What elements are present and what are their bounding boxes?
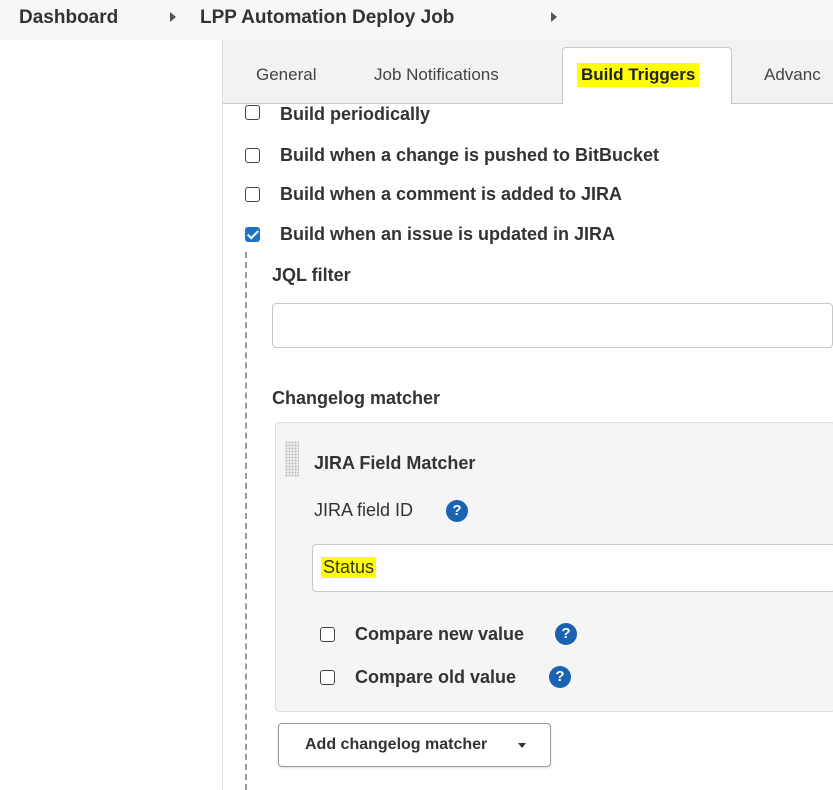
checkbox[interactable]: [320, 627, 335, 642]
side-panel: [0, 40, 223, 790]
help-icon[interactable]: ?: [555, 623, 577, 645]
checkbox[interactable]: [245, 105, 260, 120]
caret-down-icon: [518, 743, 526, 748]
nested-section-divider: [245, 252, 247, 790]
checkbox-label[interactable]: Compare new value: [355, 624, 524, 645]
breadcrumb-dashboard[interactable]: Dashboard: [19, 7, 118, 29]
drag-handle-icon[interactable]: [285, 441, 299, 477]
tab-build-triggers-label: Build Triggers: [577, 63, 700, 87]
jql-filter-label: JQL filter: [272, 265, 351, 285]
checkbox-checked[interactable]: [245, 227, 260, 242]
checkbox-label[interactable]: Build when an issue is updated in JIRA: [280, 224, 615, 245]
add-changelog-matcher-button[interactable]: Add changelog matcher: [278, 723, 551, 767]
jira-field-id-value: Status: [321, 557, 377, 578]
tab-job-notifications[interactable]: Job Notifications: [374, 65, 499, 85]
changelog-matcher-label: Changelog matcher: [272, 388, 441, 408]
jira-field-id-input[interactable]: Status: [312, 544, 833, 592]
help-icon[interactable]: ?: [549, 666, 571, 688]
tab-build-triggers[interactable]: Build Triggers: [562, 47, 732, 105]
matcher-title: JIRA Field Matcher: [314, 453, 476, 473]
tab-general[interactable]: General: [256, 65, 316, 85]
checkbox-label[interactable]: Build when a comment is added to JIRA: [280, 184, 622, 205]
tab-advanced[interactable]: Advanc: [764, 65, 821, 85]
jira-field-id-label: JIRA field ID: [314, 500, 414, 520]
checkbox-label[interactable]: Build when a change is pushed to BitBuck…: [280, 145, 659, 166]
checkbox-label[interactable]: Compare old value: [355, 667, 516, 688]
checkbox[interactable]: [320, 670, 335, 685]
breadcrumb-job[interactable]: LPP Automation Deploy Job: [200, 7, 454, 29]
jira-field-matcher-panel: JIRA Field Matcher JIRA field ID ? Statu…: [275, 422, 833, 712]
chevron-right-icon[interactable]: [551, 12, 557, 22]
tab-bar: General Job Notifications Build Triggers…: [223, 40, 833, 105]
jql-filter-input[interactable]: [272, 303, 833, 348]
chevron-right-icon[interactable]: [170, 12, 176, 22]
checkbox[interactable]: [245, 187, 260, 202]
checkbox[interactable]: [245, 148, 260, 163]
add-changelog-matcher-label: Add changelog matcher: [305, 736, 488, 753]
breadcrumb: Dashboard LPP Automation Deploy Job: [0, 0, 833, 40]
help-icon[interactable]: ?: [446, 500, 468, 522]
build-triggers-section: Build periodically Build when a change i…: [223, 104, 833, 790]
checkbox-label[interactable]: Build periodically: [280, 104, 430, 125]
